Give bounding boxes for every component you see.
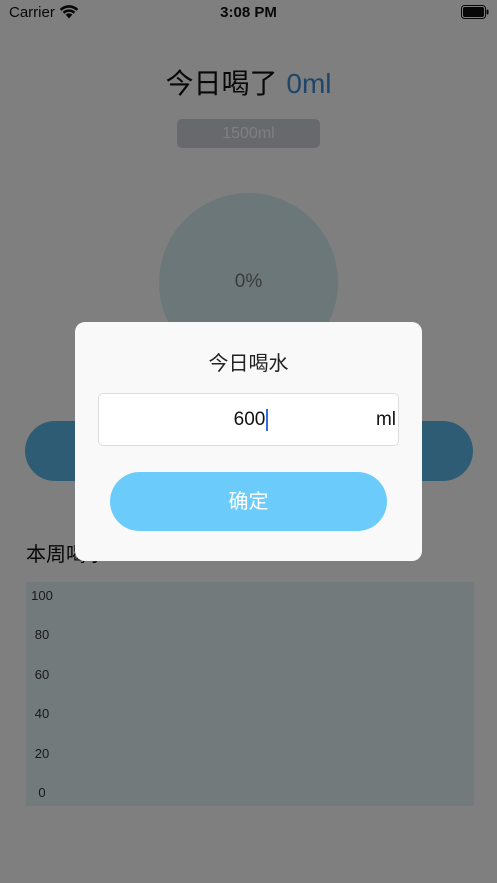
amount-field[interactable]: ml (98, 393, 400, 446)
drink-input-dialog: 今日喝水 ml 确定 (75, 322, 422, 561)
amount-input[interactable] (99, 394, 400, 445)
text-caret (266, 409, 268, 431)
confirm-button[interactable]: 确定 (110, 472, 387, 531)
unit-label: ml (375, 409, 396, 430)
dialog-title: 今日喝水 (208, 351, 289, 375)
